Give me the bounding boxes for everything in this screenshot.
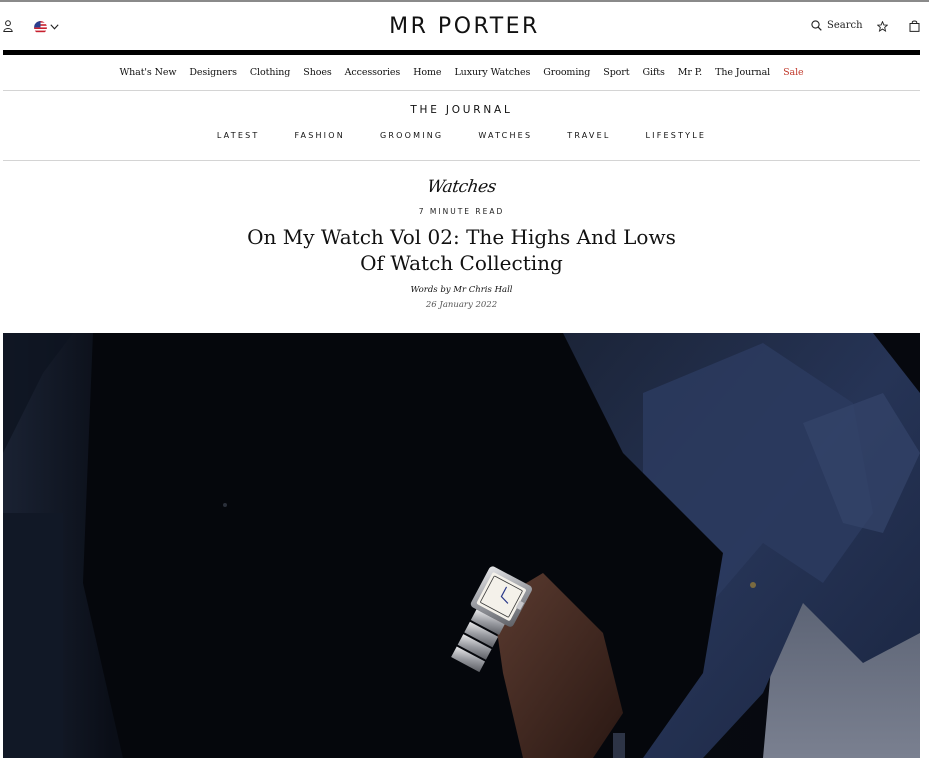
journal-navigation: LATEST FASHION GROOMING WATCHES TRAVEL L…: [3, 131, 920, 145]
article-category[interactable]: Watches: [2, 177, 922, 197]
read-time: 7 MINUTE READ: [418, 207, 505, 216]
nav-mr-p[interactable]: Mr P.: [678, 67, 702, 78]
nav-designers[interactable]: Designers: [189, 67, 237, 78]
headline-line-2: Of Watch Collecting: [360, 251, 563, 275]
article-byline: Words by Mr Chris Hall: [410, 285, 513, 295]
header-divider: [3, 50, 920, 55]
journal-tab-latest[interactable]: LATEST: [217, 131, 260, 145]
shopping-bag-icon[interactable]: [909, 20, 920, 32]
nav-sale[interactable]: Sale: [783, 67, 804, 78]
nav-divider: [3, 90, 920, 91]
journal-title[interactable]: THE JOURNAL: [3, 104, 920, 116]
nav-whats-new[interactable]: What's New: [119, 67, 176, 78]
nav-accessories[interactable]: Accessories: [345, 67, 401, 78]
star-icon[interactable]: [877, 21, 888, 32]
hero-image: [3, 333, 920, 758]
nav-sport[interactable]: Sport: [603, 67, 629, 78]
search-icon: [811, 20, 822, 31]
nav-clothing[interactable]: Clothing: [250, 67, 291, 78]
article-headline: On My Watch Vol 02: The Highs And Lows O…: [3, 224, 920, 276]
journal-divider: [3, 160, 920, 161]
nav-grooming[interactable]: Grooming: [543, 67, 590, 78]
journal-tab-grooming[interactable]: GROOMING: [380, 131, 443, 145]
journal-tab-fashion[interactable]: FASHION: [294, 131, 344, 145]
nav-luxury-watches[interactable]: Luxury Watches: [454, 67, 530, 78]
nav-gifts[interactable]: Gifts: [642, 67, 664, 78]
article-date: 26 January 2022: [425, 300, 498, 310]
nav-home[interactable]: Home: [413, 67, 441, 78]
headline-line-1: On My Watch Vol 02: The Highs And Lows: [247, 225, 676, 249]
journal-tab-lifestyle[interactable]: LIFESTYLE: [646, 131, 707, 145]
journal-tab-watches[interactable]: WATCHES: [478, 131, 532, 145]
mr-porter-logo[interactable]: MR PORTER: [0, 13, 929, 41]
site-header: MR PORTER Search: [0, 2, 929, 50]
journal-tab-travel[interactable]: TRAVEL: [567, 131, 610, 145]
search-button[interactable]: Search: [811, 20, 863, 31]
search-label: Search: [827, 20, 863, 31]
nav-shoes[interactable]: Shoes: [303, 67, 331, 78]
hero-photo: [3, 333, 920, 758]
main-navigation: What's New Designers Clothing Shoes Acce…: [3, 60, 920, 84]
nav-the-journal[interactable]: The Journal: [715, 67, 770, 78]
